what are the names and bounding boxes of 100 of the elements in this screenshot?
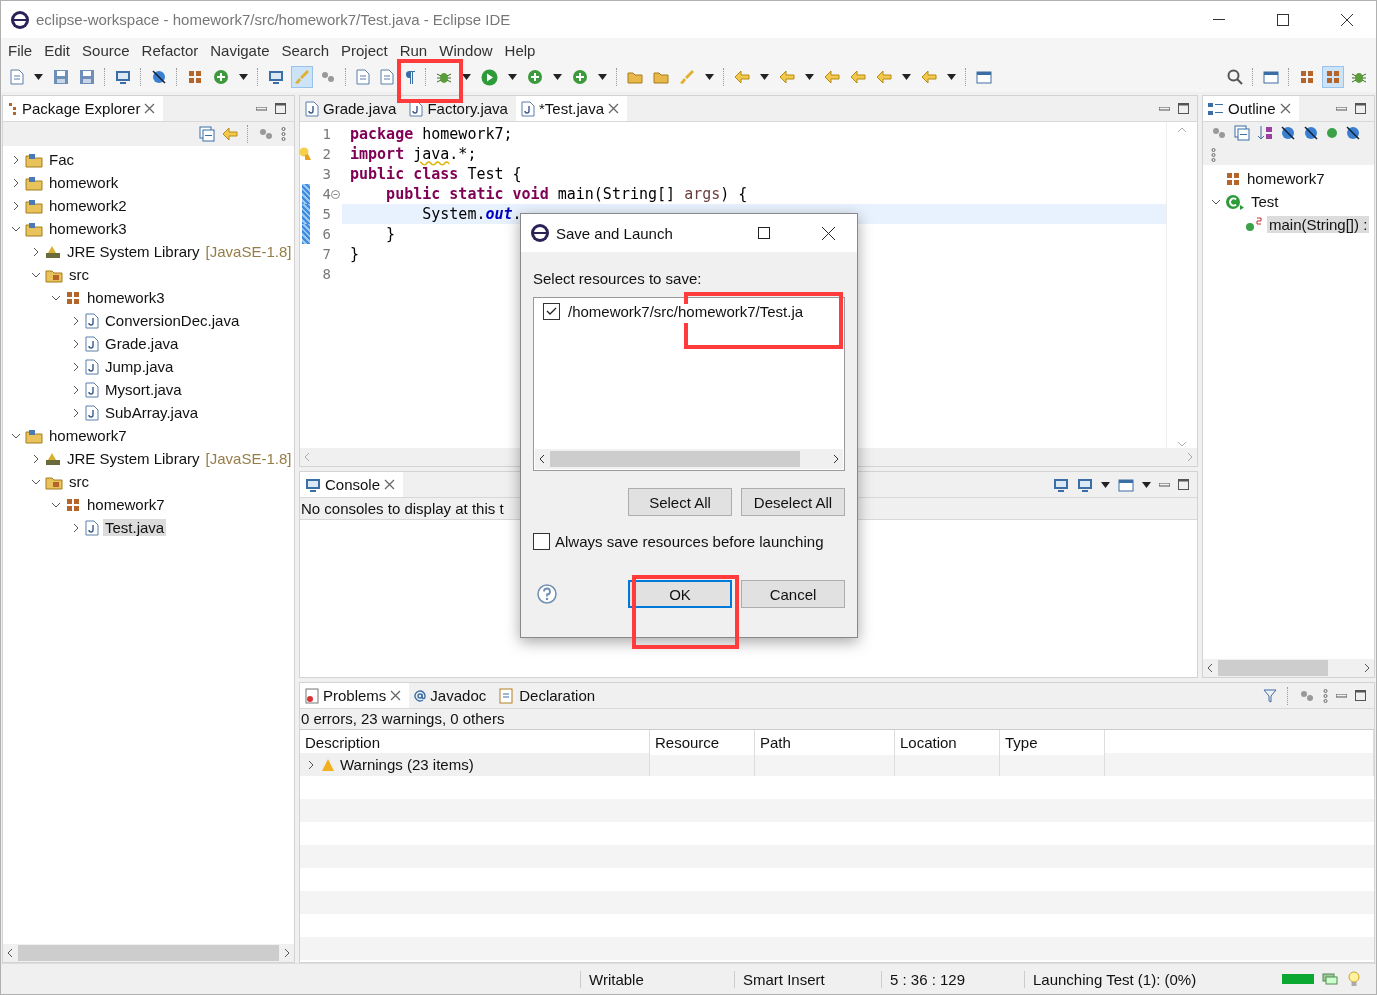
hide-fields-icon[interactable] bbox=[151, 69, 167, 85]
window-icon[interactable] bbox=[1118, 476, 1134, 493]
more-icon[interactable] bbox=[1323, 688, 1328, 703]
more-icon[interactable] bbox=[1211, 148, 1216, 162]
menu-item[interactable]: Run bbox=[399, 41, 428, 59]
tree-item[interactable]: JRE System Library bbox=[65, 450, 202, 467]
minimize-icon[interactable] bbox=[1336, 693, 1347, 698]
tree-item[interactable]: src bbox=[67, 266, 91, 283]
hide-fields-icon[interactable] bbox=[1345, 125, 1361, 141]
collapsed-chevron-icon[interactable] bbox=[71, 315, 81, 326]
save-icon[interactable] bbox=[79, 69, 95, 85]
collapsed-chevron-icon[interactable] bbox=[11, 154, 21, 165]
editor-tab[interactable]: *Test.java bbox=[515, 96, 627, 121]
monitor-icon[interactable] bbox=[268, 69, 284, 85]
tree-item[interactable]: Jump.java bbox=[103, 358, 176, 375]
caret-icon[interactable] bbox=[462, 74, 471, 80]
menu-item[interactable]: Refactor bbox=[141, 41, 199, 59]
dialog-button[interactable]: Cancel bbox=[741, 580, 845, 608]
collapsed-chevron-icon[interactable] bbox=[31, 246, 41, 257]
tree-item[interactable]: Mysort.java bbox=[103, 381, 184, 398]
arrow-icon[interactable] bbox=[779, 69, 795, 85]
scroll-right-icon[interactable] bbox=[1363, 663, 1371, 673]
minimize-icon[interactable] bbox=[1159, 106, 1170, 111]
collapsed-chevron-icon[interactable] bbox=[71, 361, 81, 372]
filter-icon[interactable] bbox=[1263, 688, 1277, 703]
scroll-right-icon[interactable] bbox=[283, 948, 291, 958]
menu-item[interactable]: Project bbox=[341, 41, 388, 59]
grid-icon[interactable] bbox=[1325, 69, 1341, 85]
close-icon[interactable] bbox=[1279, 103, 1291, 114]
caret-icon[interactable] bbox=[508, 74, 517, 80]
tree-item[interactable]: homework7 bbox=[1245, 170, 1327, 187]
caret-icon[interactable] bbox=[553, 74, 562, 80]
tree-item[interactable]: Fac bbox=[47, 151, 76, 168]
collapsed-chevron-icon[interactable] bbox=[71, 384, 81, 395]
paragraph-icon[interactable] bbox=[404, 69, 416, 85]
fold-icon[interactable] bbox=[331, 189, 340, 199]
document-icon[interactable] bbox=[380, 69, 394, 85]
dialog-button[interactable]: Select All bbox=[628, 488, 732, 516]
arrow-icon[interactable] bbox=[876, 69, 892, 85]
folder-icon[interactable] bbox=[653, 69, 669, 85]
monitor-icon[interactable] bbox=[115, 69, 131, 85]
maximize-icon[interactable] bbox=[1178, 103, 1189, 114]
caret-icon[interactable] bbox=[947, 74, 956, 80]
circle-icon[interactable] bbox=[1326, 127, 1338, 139]
menu-item[interactable]: Navigate bbox=[210, 41, 270, 59]
collapse-icon[interactable] bbox=[1234, 125, 1250, 141]
tree-item[interactable]: Grade.java bbox=[103, 335, 181, 352]
add-circle-icon[interactable] bbox=[572, 69, 588, 85]
menu-item[interactable]: Edit bbox=[44, 41, 71, 59]
run-icon[interactable] bbox=[481, 68, 498, 86]
dialog-button[interactable]: Deselect All bbox=[741, 488, 845, 516]
document-icon[interactable] bbox=[356, 69, 370, 85]
column-header[interactable]: Resource bbox=[650, 730, 755, 755]
arrow-icon[interactable] bbox=[921, 69, 937, 85]
grid-icon[interactable] bbox=[187, 69, 203, 85]
caret-icon[interactable] bbox=[239, 74, 248, 80]
menu-item[interactable]: Source bbox=[82, 41, 130, 59]
collapse-icon[interactable] bbox=[199, 126, 215, 142]
table-cell[interactable]: Warnings (23 items) bbox=[300, 753, 650, 776]
column-header[interactable]: Location bbox=[895, 730, 1000, 755]
minimize-icon[interactable] bbox=[256, 106, 267, 111]
more-icon[interactable] bbox=[281, 127, 286, 141]
arrow-icon[interactable] bbox=[850, 69, 866, 85]
help-icon[interactable] bbox=[537, 584, 557, 604]
monitor-icon[interactable] bbox=[1077, 476, 1093, 493]
document-icon[interactable] bbox=[10, 69, 24, 85]
close-icon[interactable] bbox=[384, 479, 396, 490]
tree-item[interactable]: homework7 bbox=[85, 496, 167, 513]
column-header[interactable]: Type bbox=[1000, 730, 1105, 755]
collapsed-chevron-icon[interactable] bbox=[71, 522, 81, 533]
window-icon[interactable] bbox=[976, 69, 992, 85]
menu-item[interactable]: File bbox=[8, 41, 33, 59]
progress-view-icon[interactable] bbox=[1322, 972, 1338, 986]
tree-item[interactable]: homework2 bbox=[47, 197, 129, 214]
menu-item[interactable]: Window bbox=[439, 41, 493, 59]
add-circle-icon[interactable] bbox=[527, 69, 543, 85]
view-tab[interactable]: Javadoc bbox=[409, 683, 495, 708]
close-icon[interactable] bbox=[390, 690, 402, 701]
collapsed-chevron-icon[interactable] bbox=[71, 338, 81, 349]
tree-item[interactable]: Test.java bbox=[103, 519, 167, 536]
tree-item[interactable]: SubArray.java bbox=[103, 404, 201, 421]
grid-icon[interactable] bbox=[1299, 69, 1315, 85]
caret-icon[interactable] bbox=[34, 74, 43, 80]
caret-icon[interactable] bbox=[902, 74, 911, 80]
caret-icon[interactable] bbox=[760, 74, 769, 80]
add-circle-icon[interactable] bbox=[213, 69, 229, 85]
tree-item[interactable]: homework3 bbox=[47, 220, 129, 237]
scrollbar-thumb[interactable] bbox=[550, 451, 800, 467]
minimize-icon[interactable] bbox=[1336, 106, 1347, 111]
close-icon[interactable] bbox=[608, 103, 619, 114]
dialog-button[interactable]: OK bbox=[628, 580, 732, 608]
caret-icon[interactable] bbox=[1142, 481, 1151, 488]
collapsed-chevron-icon[interactable] bbox=[11, 200, 21, 211]
collapsed-chevron-icon[interactable] bbox=[71, 407, 81, 418]
maximize-icon[interactable] bbox=[1355, 690, 1366, 701]
caret-icon[interactable] bbox=[598, 74, 607, 80]
editor-tab[interactable]: Factory.java bbox=[404, 96, 516, 121]
view-tab[interactable]: Console bbox=[300, 472, 404, 497]
tree-item[interactable]: src bbox=[67, 473, 91, 490]
tree-item[interactable]: ConversionDec.java bbox=[103, 312, 242, 329]
